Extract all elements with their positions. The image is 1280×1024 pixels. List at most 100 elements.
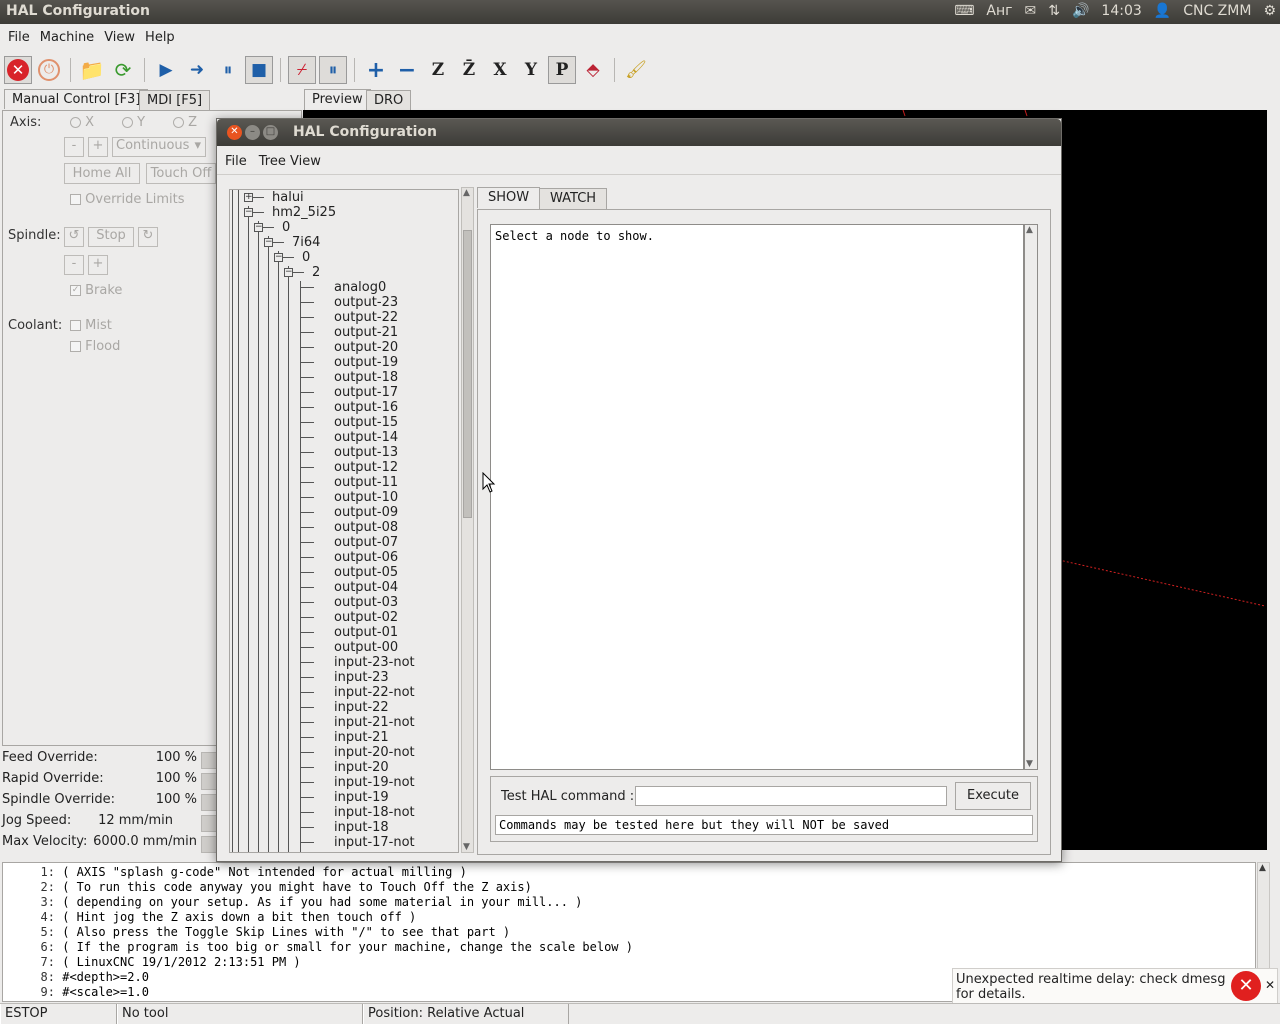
tree-leaf-pin[interactable]: input-21-not: [334, 715, 415, 730]
tree-node-hm2[interactable]: hm2_5i25: [272, 205, 336, 220]
reload-button[interactable]: ⟳: [109, 56, 137, 84]
close-icon[interactable]: ✕: [227, 125, 242, 140]
jog-mode-select[interactable]: Continuous ▾: [112, 137, 206, 157]
machine-power-button[interactable]: ⏻: [35, 56, 63, 84]
tree-leaf-pin[interactable]: input-18-not: [334, 805, 415, 820]
tree-leaf-pin[interactable]: output-09: [334, 505, 398, 520]
tree-collapse-icon[interactable]: −: [254, 223, 263, 232]
spindle-override-slider[interactable]: [201, 794, 217, 811]
tree-leaf-pin[interactable]: input-17-not: [334, 835, 415, 850]
tree-leaf-pin[interactable]: output-16: [334, 400, 398, 415]
tab-preview[interactable]: Preview: [304, 89, 371, 110]
tree-leaf-pin[interactable]: output-13: [334, 445, 398, 460]
user-name[interactable]: CNC ZMM: [1183, 3, 1251, 19]
tab-dro[interactable]: DRO: [366, 90, 412, 110]
home-all-button[interactable]: Home All: [64, 163, 140, 184]
show-scrollbar[interactable]: ▲ ▼: [1024, 224, 1038, 770]
gear-icon[interactable]: ⚙: [1263, 3, 1276, 19]
skip-lines-toggle[interactable]: ⌿: [288, 56, 316, 84]
tree-leaf-pin[interactable]: input-19-not: [334, 775, 415, 790]
tree-leaf-pin[interactable]: output-05: [334, 565, 398, 580]
pause-button[interactable]: ⏸: [214, 56, 242, 84]
view-y-button[interactable]: Y: [517, 56, 545, 84]
tree-leaf-pin[interactable]: output-04: [334, 580, 398, 595]
mist-checkbox[interactable]: Mist: [70, 318, 112, 333]
tree-collapse-icon[interactable]: −: [264, 238, 273, 247]
tree-leaf-pin[interactable]: output-06: [334, 550, 398, 565]
spindle-cw-button[interactable]: ↻: [138, 227, 158, 247]
rapid-override-slider[interactable]: [201, 773, 217, 790]
tree-collapse-icon[interactable]: −: [274, 253, 283, 262]
user-icon[interactable]: 👤: [1154, 3, 1171, 19]
tree-leaf-pin[interactable]: analog0: [334, 280, 386, 295]
tree-leaf-pin[interactable]: output-08: [334, 520, 398, 535]
network-icon[interactable]: ⇅: [1048, 3, 1060, 19]
hal-tree-view[interactable]: + halui − hm2_5i25 − 0 − 7i64 − 0 − 2 an…: [229, 189, 459, 853]
tree-leaf-pin[interactable]: output-10: [334, 490, 398, 505]
tab-show[interactable]: SHOW: [477, 187, 541, 208]
jog-minus-button[interactable]: -: [64, 137, 84, 157]
tree-node-halui[interactable]: halui: [272, 190, 304, 205]
tab-manual-control[interactable]: Manual Control [F3]: [4, 89, 149, 109]
spindle-faster-button[interactable]: +: [88, 255, 108, 275]
notification-close-icon[interactable]: ✕: [1265, 978, 1275, 992]
feed-override-slider[interactable]: [201, 752, 217, 769]
minimize-icon[interactable]: –: [245, 125, 260, 140]
tree-leaf-pin[interactable]: output-12: [334, 460, 398, 475]
zoom-out-button[interactable]: −: [393, 56, 421, 84]
tab-watch[interactable]: WATCH: [539, 188, 608, 209]
tree-leaf-pin[interactable]: output-20: [334, 340, 398, 355]
hal-titlebar[interactable]: ✕ – □ HAL Configuration: [217, 119, 1061, 146]
menu-file[interactable]: File: [3, 30, 35, 45]
menu-machine[interactable]: Machine: [35, 30, 99, 45]
open-file-button[interactable]: 📁: [78, 56, 106, 84]
tree-leaf-pin[interactable]: output-07: [334, 535, 398, 550]
keyboard-layout[interactable]: Анг: [986, 3, 1012, 19]
jog-plus-button[interactable]: +: [88, 137, 108, 157]
tree-leaf-pin[interactable]: output-03: [334, 595, 398, 610]
tree-collapse-icon[interactable]: −: [284, 268, 293, 277]
volume-icon[interactable]: 🔊: [1072, 3, 1089, 19]
tree-leaf-pin[interactable]: output-01: [334, 625, 398, 640]
clear-plot-button[interactable]: 🖌: [622, 56, 650, 84]
menu-view[interactable]: View: [99, 30, 140, 45]
zoom-in-button[interactable]: +: [362, 56, 390, 84]
axis-z-radio[interactable]: Z: [173, 115, 197, 130]
tree-leaf-pin[interactable]: input-20: [334, 760, 389, 775]
tree-leaf-pin[interactable]: input-23: [334, 670, 389, 685]
tree-leaf-pin[interactable]: output-00: [334, 640, 398, 655]
tab-mdi[interactable]: MDI [F5]: [139, 90, 211, 110]
tree-leaf-pin[interactable]: output-14: [334, 430, 398, 445]
tree-leaf-pin[interactable]: input-18: [334, 820, 389, 835]
optional-stop-toggle[interactable]: ⏸: [319, 56, 347, 84]
tree-leaf-pin[interactable]: output-11: [334, 475, 398, 490]
axis-y-radio[interactable]: Y: [122, 115, 145, 130]
maximize-icon[interactable]: □: [263, 125, 278, 140]
tree-leaf-pin[interactable]: output-02: [334, 610, 398, 625]
stop-button[interactable]: ■: [245, 56, 273, 84]
tree-leaf-pin[interactable]: output-18: [334, 370, 398, 385]
clock[interactable]: 14:03: [1101, 3, 1141, 19]
spindle-ccw-button[interactable]: ↺: [64, 227, 84, 247]
tree-leaf-pin[interactable]: input-21: [334, 730, 389, 745]
override-limits-checkbox[interactable]: Override Limits: [70, 192, 185, 207]
test-command-input[interactable]: [635, 786, 947, 806]
tree-leaf-pin[interactable]: input-20-not: [334, 745, 415, 760]
brake-checkbox[interactable]: ✓ Brake: [70, 283, 122, 298]
tree-node-7i64[interactable]: 7i64: [292, 235, 320, 250]
execute-button[interactable]: Execute: [955, 782, 1031, 810]
tree-node-2[interactable]: 2: [312, 265, 320, 280]
show-text-area[interactable]: Select a node to show.: [490, 224, 1024, 770]
view-x-button[interactable]: X: [486, 56, 514, 84]
spindle-stop-button[interactable]: Stop: [88, 227, 134, 247]
tree-leaf-pin[interactable]: output-21: [334, 325, 398, 340]
tree-leaf-pin[interactable]: output-15: [334, 415, 398, 430]
tree-leaf-pin[interactable]: output-23: [334, 295, 398, 310]
hal-menu-tree-view[interactable]: Tree View: [253, 154, 327, 169]
max-velocity-slider[interactable]: [201, 836, 217, 853]
rotate-view-button[interactable]: ⬘: [579, 56, 607, 84]
hal-menu-file[interactable]: File: [219, 154, 253, 169]
keyboard-icon[interactable]: ⌨: [954, 3, 974, 19]
menu-help[interactable]: Help: [140, 30, 180, 45]
tree-leaf-pin[interactable]: input-23-not: [334, 655, 415, 670]
